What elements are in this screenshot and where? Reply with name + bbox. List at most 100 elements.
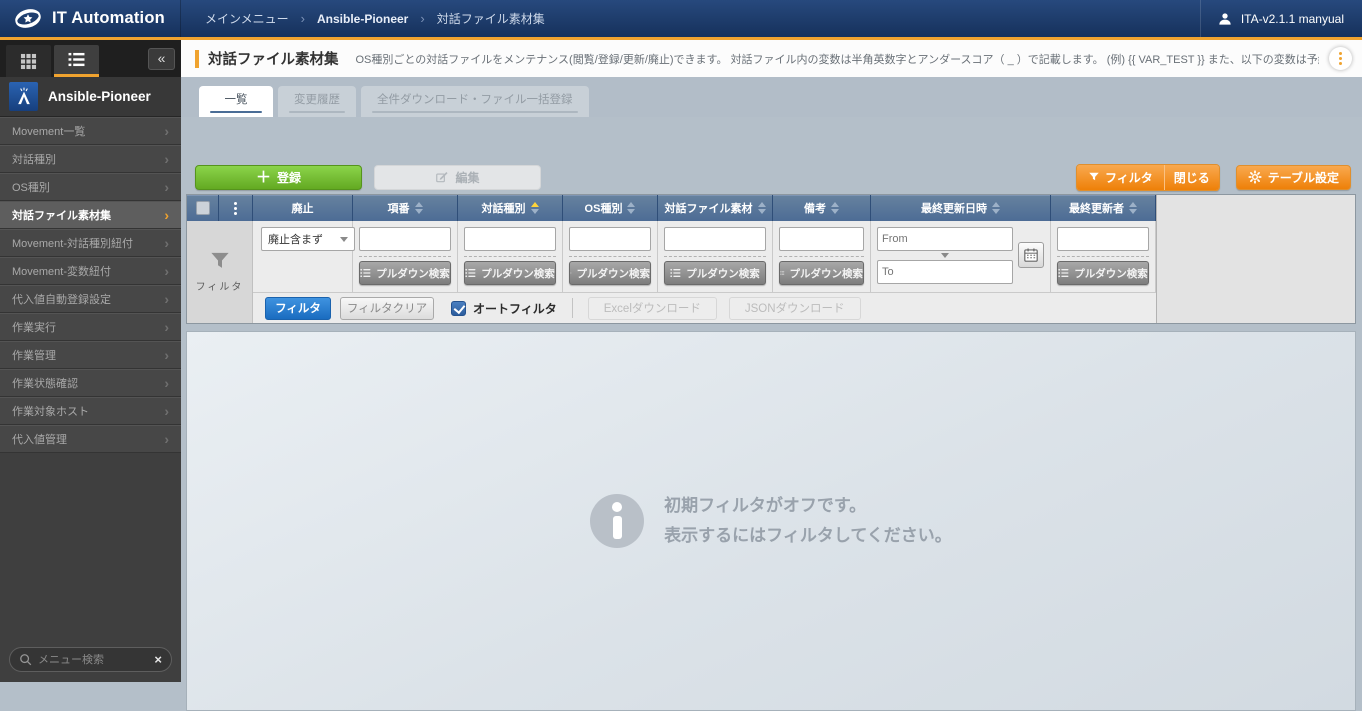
last-updater-pulldown-search-button[interactable]: プルダウン検索 [1057,261,1149,285]
os-type-filter-input[interactable] [569,227,651,251]
filter-clear-button[interactable]: フィルタクリア [340,297,434,320]
sidebar-item-operation-status[interactable]: 作業状態確認› [0,369,181,397]
item-number-pulldown-search-button[interactable]: プルダウン検索 [359,261,451,285]
last-updater-filter-input[interactable] [1057,227,1149,251]
dialog-file-pulldown-search-button[interactable]: プルダウン検索 [664,261,766,285]
sidebar-item-movement-dialog-link[interactable]: Movement-対話種別紐付› [0,229,181,257]
tab-label: 変更履歴 [278,91,356,107]
row-menu-header-cell[interactable] [219,195,253,221]
tab-change-history[interactable]: 変更履歴 [278,86,356,117]
sidebar-item-dialog-type[interactable]: 対話種別› [0,145,181,173]
sidebar-item-movement-list[interactable]: Movement一覧› [0,117,181,145]
app-logo[interactable]: IT Automation [0,0,181,37]
column-header-last-updater[interactable]: 最終更新者 [1051,195,1156,221]
it-automation-logo-icon [13,7,43,30]
breadcrumb-main-menu[interactable]: メインメニュー [205,10,289,27]
discard-filter-select[interactable]: 廃止含まず [261,227,355,251]
tab-label: 一覧 [209,91,264,107]
chevron-right-icon: › [164,347,169,363]
filter-apply-button[interactable]: フィルタ [265,297,331,320]
sidebar-item-movement-variable-link[interactable]: Movement-変数紐付› [0,257,181,285]
sidebar-item-operation-execute[interactable]: 作業実行› [0,313,181,341]
os-type-pulldown-search-button[interactable]: プルダウン検索 [569,261,651,285]
sidebar-item-target-host[interactable]: 作業対象ホスト› [0,397,181,425]
register-button[interactable]: ＋ 登録 [195,165,362,190]
sidebar-menu: Movement一覧› 対話種別› OS種別› 対話ファイル素材集› Movem… [0,117,181,647]
sidebar-item-operation-manage[interactable]: 作業管理› [0,341,181,369]
column-header-dialog-file[interactable]: 対話ファイル素材 [658,195,773,221]
sort-icon [1129,202,1137,214]
empty-state-line1: 初期フィルタがオフです。 [664,491,952,521]
excel-download-button[interactable]: Excelダウンロード [588,297,717,320]
filter-close-button[interactable]: 閉じる [1164,165,1219,190]
clear-search-icon[interactable]: × [154,652,162,667]
column-header-dialog-type[interactable]: 対話種別 [458,195,563,221]
sidebar-item-os-type[interactable]: OS種別› [0,173,181,201]
dialog-file-filter-input[interactable] [664,227,766,251]
tab-bulk-download-register[interactable]: 全件ダウンロード・ファイル一括登録 [361,86,589,117]
sidebar-brand-name: Ansible-Pioneer [48,89,151,104]
date-from-input[interactable] [877,227,1013,251]
description-more-button[interactable] [1329,47,1352,70]
sidebar-item-substitution-auto-reg[interactable]: 代入値自動登録設定› [0,285,181,313]
remarks-filter-input[interactable] [779,227,864,251]
tab-label: 全件ダウンロード・ファイル一括登録 [361,91,589,107]
sidebar-tab-grid[interactable] [6,45,51,77]
list-icon [780,268,785,278]
sidebar-item-label: 作業実行 [12,319,56,335]
register-label: 登録 [277,169,301,186]
edit-button[interactable]: 編集 [374,165,541,190]
sidebar-item-substitution-manage[interactable]: 代入値管理› [0,425,181,453]
list-icon [570,268,572,278]
menu-search-input[interactable] [38,654,148,666]
kebab-menu-icon [234,202,237,215]
pulldown-search-label: プルダウン検索 [1074,266,1148,281]
user-menu[interactable]: ITA-v2.1.1 manyual [1200,0,1362,37]
dialog-type-filter-input[interactable] [464,227,556,251]
page-header: 対話ファイル素材集 OS種別ごとの対話ファイルをメンテナンス(閲覧/登録/更新/… [181,40,1362,77]
item-number-filter-input[interactable] [359,227,451,251]
sidebar-item-label: 作業状態確認 [12,375,78,391]
list-icon [360,268,371,278]
pulldown-search-label: プルダウン検索 [481,266,555,281]
date-range [877,227,1013,284]
column-header-os-type[interactable]: OS種別 [563,195,658,221]
filter-cell-dialog-type: プルダウン検索 [458,221,563,292]
dialog-type-pulldown-search-button[interactable]: プルダウン検索 [464,261,556,285]
discard-select-value: 廃止含まず [268,231,323,247]
filter-cells-row: 廃止含まず プルダウン検索 [253,221,1156,293]
column-label: 項番 [388,200,410,216]
date-to-input[interactable] [877,260,1013,284]
select-all-checkbox[interactable] [196,201,210,215]
chevron-right-icon: › [164,151,169,167]
table-filler [1156,195,1355,323]
column-header-discard[interactable]: 廃止 [253,195,353,221]
sidebar-item-dialog-file-collection[interactable]: 対話ファイル素材集› [0,201,181,229]
filter-toggle-button[interactable]: フィルタ [1077,165,1164,190]
sidebar-collapse-button[interactable]: « [148,48,175,70]
table-settings-button[interactable]: テーブル設定 [1236,165,1351,190]
column-header-remarks[interactable]: 備考 [773,195,871,221]
tab-list[interactable]: 一覧 [199,86,273,117]
divider [779,256,864,257]
sort-icon [992,202,1000,214]
autofilter-checkbox[interactable] [451,301,466,316]
column-label: OS種別 [585,200,623,216]
edit-label: 編集 [455,169,479,186]
sort-icon [415,202,423,214]
column-header-item-number[interactable]: 項番 [353,195,458,221]
sidebar-tab-menu-list[interactable] [54,45,99,77]
filter-toggle-label: フィルタ [1105,169,1153,186]
json-download-button[interactable]: JSONダウンロード [729,297,861,320]
chevron-right-icon: › [164,123,169,139]
sort-icon [627,202,635,214]
breadcrumb-group[interactable]: Ansible-Pioneer [317,12,408,26]
filter-close-label: 閉じる [1174,169,1210,186]
sidebar-item-label: Movement-変数紐付 [12,263,111,279]
remarks-pulldown-search-button[interactable]: プルダウン検索 [779,261,864,285]
sort-icon [831,202,839,214]
column-header-last-updated[interactable]: 最終更新日時 [871,195,1051,221]
filter-cell-last-updater: プルダウン検索 [1051,221,1156,292]
accent-bar [195,50,199,68]
calendar-button[interactable] [1018,242,1044,268]
